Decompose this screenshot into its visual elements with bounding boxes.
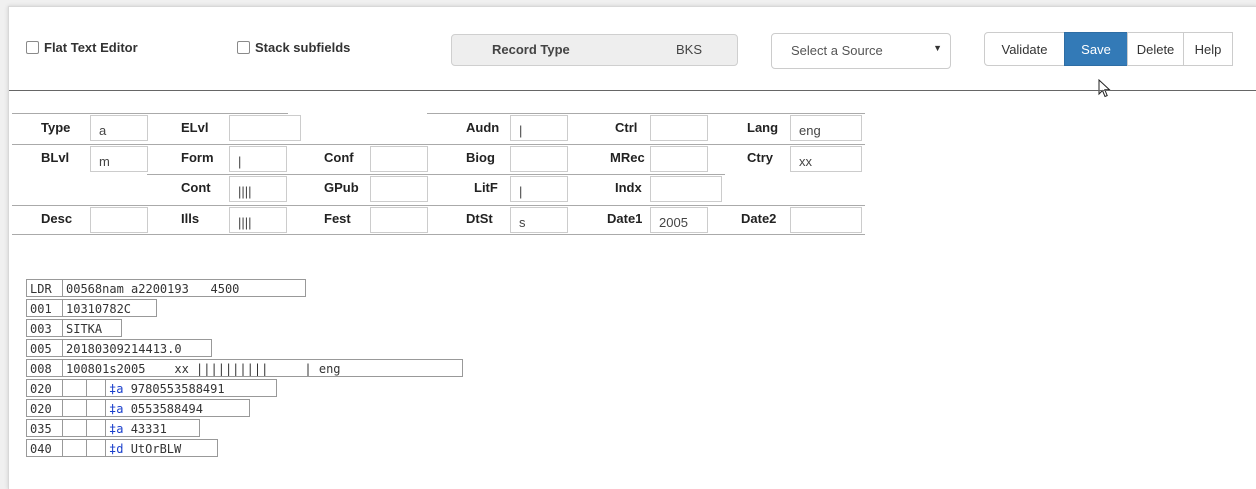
record-type-label: Record Type xyxy=(492,42,570,57)
fixed-label-desc: Desc xyxy=(41,211,73,226)
fixed-label-audn: Audn xyxy=(466,120,500,135)
marc-subfield[interactable]: ‡a 43331 xyxy=(105,419,200,437)
validate-button[interactable]: Validate xyxy=(984,32,1065,66)
record-type-value: BKS xyxy=(676,42,703,57)
fixed-label-lang: Lang xyxy=(747,120,779,135)
caret-down-icon: ▼ xyxy=(933,43,942,53)
fixed-label-form: Form xyxy=(181,150,214,165)
fixed-label-biog: Biog xyxy=(466,150,495,165)
fixed-field-audn[interactable]: | xyxy=(510,115,568,141)
source-select-value: Select a Source xyxy=(791,43,883,58)
flat-text-editor-toggle[interactable]: Flat Text Editor xyxy=(26,40,138,55)
toolbar-divider xyxy=(9,90,1256,91)
mouse-pointer-icon xyxy=(1098,79,1111,98)
subfield-code: ‡a xyxy=(109,382,124,396)
fixed-field-conf[interactable] xyxy=(370,146,428,172)
fixed-field-date2[interactable] xyxy=(790,207,862,233)
marc-tag[interactable]: 001 xyxy=(26,299,63,317)
fixed-field-mrec[interactable] xyxy=(650,146,708,172)
fixed-field-indx[interactable] xyxy=(650,176,722,202)
save-button[interactable]: Save xyxy=(1064,32,1128,66)
delete-button[interactable]: Delete xyxy=(1127,32,1184,66)
fixed-label-gpub: GPub xyxy=(324,180,359,195)
marc-editor: Flat Text Editor Stack subfields Record … xyxy=(8,6,1256,489)
subfield-value: UtOrBLW xyxy=(130,442,182,456)
checkbox-icon[interactable] xyxy=(26,41,39,54)
fixed-field-form[interactable]: | xyxy=(229,146,287,172)
marc-control-field[interactable]: SITKA xyxy=(62,319,122,337)
record-type-badge: Record Type BKS xyxy=(451,34,738,66)
fixed-field-dtst[interactable]: s xyxy=(510,207,568,233)
fixed-field-ctry[interactable]: xx xyxy=(790,146,862,172)
marc-subfield[interactable]: ‡a 9780553588491 xyxy=(105,379,277,397)
fixed-field-litf[interactable]: | xyxy=(510,176,568,202)
source-select[interactable]: Select a Source ▼ xyxy=(771,33,951,69)
marc-indicator-2[interactable] xyxy=(86,379,106,397)
marc-indicator-1[interactable] xyxy=(62,419,87,437)
marc-tag[interactable]: 005 xyxy=(26,339,63,357)
stack-subfields-label: Stack subfields xyxy=(255,40,351,55)
fixed-field-gpub[interactable] xyxy=(370,176,428,202)
marc-subfield[interactable]: ‡a 0553588494 xyxy=(105,399,250,417)
marc-indicator-2[interactable] xyxy=(86,419,106,437)
fixed-field-type[interactable]: a xyxy=(90,115,148,141)
checkbox-icon[interactable] xyxy=(237,41,250,54)
fixed-field-fest[interactable] xyxy=(370,207,428,233)
fixed-label-ills: Ills xyxy=(181,211,200,226)
fixed-label-indx: Indx xyxy=(615,180,642,195)
marc-tag[interactable]: 003 xyxy=(26,319,63,337)
subfield-value: 9780553588491 xyxy=(130,382,225,396)
fixed-field-elvl[interactable] xyxy=(229,115,301,141)
help-button[interactable]: Help xyxy=(1183,32,1233,66)
fixed-label-cont: Cont xyxy=(181,180,211,195)
marc-subfield[interactable]: ‡d UtOrBLW xyxy=(105,439,218,457)
fixed-field-desc[interactable] xyxy=(90,207,148,233)
fixed-label-type: Type xyxy=(41,120,71,135)
fixed-field-lang[interactable]: eng xyxy=(790,115,862,141)
fixed-label-date1: Date1 xyxy=(607,211,643,226)
marc-tag[interactable]: 020 xyxy=(26,379,63,397)
marc-control-field[interactable]: 10310782C xyxy=(62,299,157,317)
fixed-field-ctrl[interactable] xyxy=(650,115,708,141)
fixed-label-elvl: ELvl xyxy=(181,120,209,135)
marc-leader[interactable]: 00568nam a2200193 4500 xyxy=(62,279,306,297)
subfield-value: 0553588494 xyxy=(130,402,203,416)
marc-tag[interactable]: 020 xyxy=(26,399,63,417)
marc-control-field[interactable]: 100801s2005 xx |||||||||| | eng xyxy=(62,359,463,377)
fixed-label-dtst: DtSt xyxy=(466,211,493,226)
stack-subfields-toggle[interactable]: Stack subfields xyxy=(237,40,350,55)
fixed-label-conf: Conf xyxy=(324,150,354,165)
flat-text-editor-label: Flat Text Editor xyxy=(44,40,138,55)
fixed-label-ctry: Ctry xyxy=(747,150,774,165)
fixed-label-mrec: MRec xyxy=(610,150,645,165)
fixed-field-ills[interactable]: |||| xyxy=(229,207,287,233)
subfield-code: ‡d xyxy=(109,442,124,456)
marc-indicator-1[interactable] xyxy=(62,379,87,397)
fixed-label-fest: Fest xyxy=(324,211,351,226)
marc-tag[interactable]: 040 xyxy=(26,439,63,457)
fixed-field-cont[interactable]: |||| xyxy=(229,176,287,202)
marc-tag[interactable]: LDR xyxy=(26,279,63,297)
marc-tag[interactable]: 008 xyxy=(26,359,63,377)
marc-indicator-1[interactable] xyxy=(62,399,87,417)
marc-indicator-1[interactable] xyxy=(62,439,87,457)
subfield-code: ‡a xyxy=(109,402,124,416)
marc-control-field[interactable]: 20180309214413.0 xyxy=(62,339,212,357)
marc-tag[interactable]: 035 xyxy=(26,419,63,437)
subfield-value: 43331 xyxy=(130,422,167,436)
marc-indicator-2[interactable] xyxy=(86,439,106,457)
fixed-label-blvl: BLvl xyxy=(41,150,70,165)
fixed-field-date1[interactable]: 2005 xyxy=(650,207,708,233)
subfield-code: ‡a xyxy=(109,422,124,436)
marc-indicator-2[interactable] xyxy=(86,399,106,417)
action-buttons: Validate Save Delete Help xyxy=(984,32,1233,66)
fixed-field-biog[interactable] xyxy=(510,146,568,172)
fixed-field-blvl[interactable]: m xyxy=(90,146,148,172)
fixed-label-date2: Date2 xyxy=(741,211,777,226)
fixed-label-ctrl: Ctrl xyxy=(615,120,638,135)
fixed-label-litf: LitF xyxy=(474,180,498,195)
